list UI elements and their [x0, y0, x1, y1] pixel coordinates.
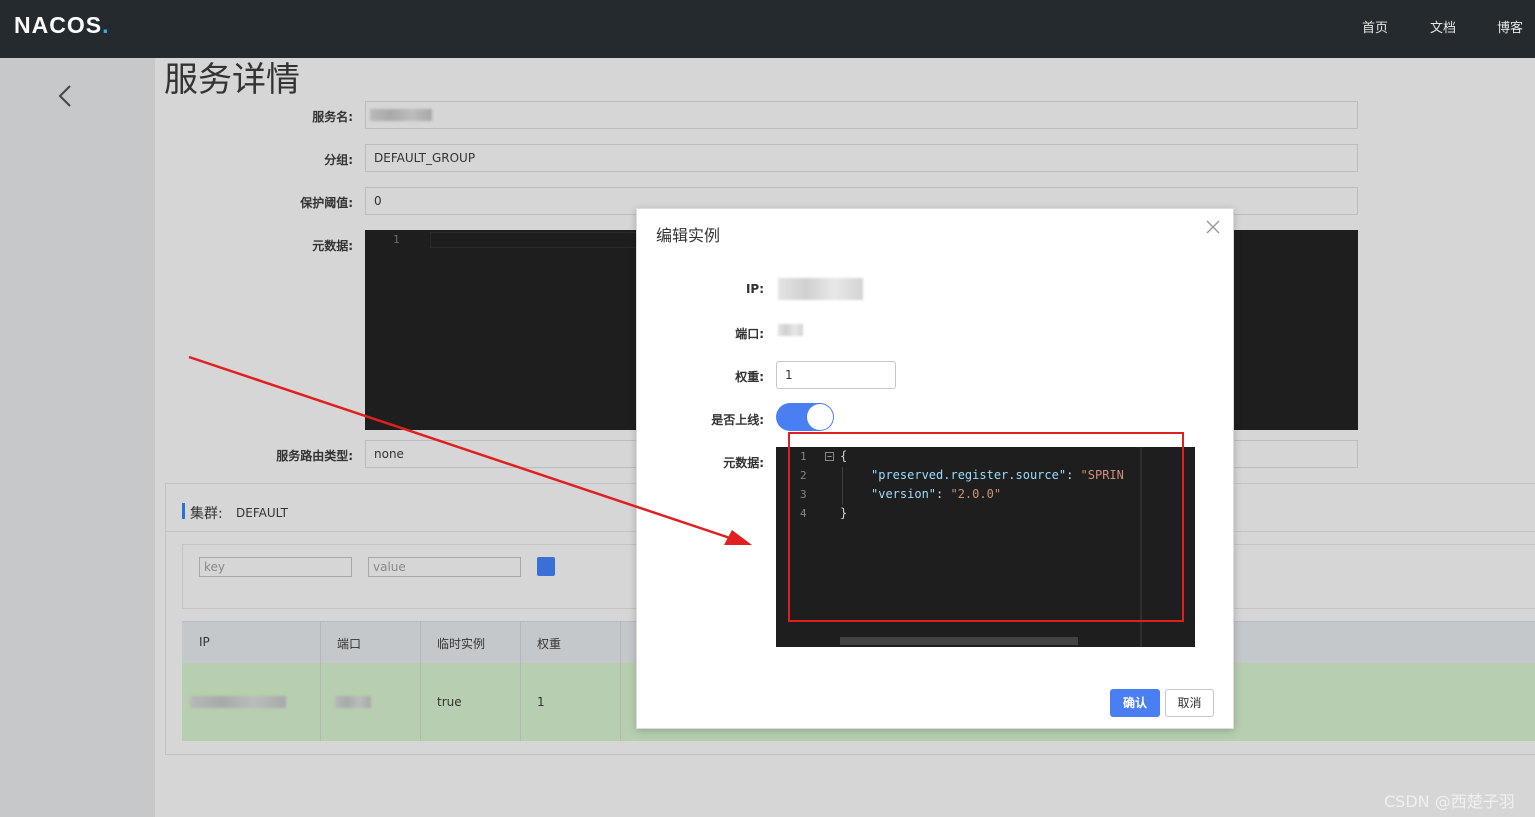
top-navbar: NACOS. 首页 文档 博客: [0, 0, 1535, 58]
service-metadata-label: 元数据:: [312, 239, 353, 253]
column-port: 端口: [337, 637, 362, 651]
ip-value-redacted: [778, 278, 863, 300]
cluster-name: DEFAULT: [236, 506, 288, 520]
column-divider: [520, 621, 521, 741]
back-arrow-icon[interactable]: [56, 84, 76, 108]
ip-label: IP:: [745, 282, 764, 296]
editor-cursor-line: [430, 232, 660, 248]
online-toggle[interactable]: [776, 403, 834, 431]
dialog-title: 编辑实例: [656, 226, 721, 245]
page-title: 服务详情: [164, 60, 300, 100]
service-name-label: 服务名:: [312, 110, 353, 124]
online-label: 是否上线:: [711, 413, 764, 427]
port-label: 端口:: [735, 327, 764, 341]
sidebar: [0, 58, 155, 817]
confirm-button[interactable]: 确认: [1110, 689, 1160, 717]
column-divider: [420, 621, 421, 741]
column-ephemeral: 临时实例: [437, 637, 486, 651]
annotation-highlight-box: [788, 432, 1184, 622]
nacos-logo[interactable]: NACOS.: [14, 12, 109, 39]
service-name-field: [365, 101, 1358, 129]
port-value-redacted: [778, 324, 803, 336]
filter-key-input[interactable]: key: [199, 557, 352, 577]
nav-home-link[interactable]: 首页: [1362, 17, 1388, 36]
service-metadata-line-number: 1: [393, 233, 400, 246]
group-label: 分组:: [324, 153, 353, 167]
horizontal-scrollbar[interactable]: [840, 637, 1078, 645]
nav-blog-link[interactable]: 博客: [1497, 17, 1523, 36]
instance-ip-redacted: [190, 696, 286, 708]
watermark: CSDN @西楚子羽: [1384, 792, 1515, 811]
column-divider: [320, 621, 321, 741]
threshold-label: 保护阈值:: [300, 196, 353, 210]
service-name-redacted: [370, 109, 432, 121]
cancel-button[interactable]: 取消: [1165, 689, 1214, 717]
instance-port-redacted: [335, 696, 371, 708]
filter-value-input[interactable]: value: [368, 557, 521, 577]
instance-weight: 1: [537, 695, 545, 709]
cluster-accent-bar: [182, 503, 185, 519]
column-ip: IP: [199, 635, 210, 649]
cluster-title: 集群:: [190, 506, 223, 522]
weight-label: 权重:: [735, 370, 764, 384]
selector-type-label: 服务路由类型:: [276, 449, 353, 463]
dialog-metadata-label: 元数据:: [723, 456, 764, 470]
filter-add-button[interactable]: [537, 557, 555, 576]
column-weight: 权重: [537, 637, 562, 651]
nav-docs-link[interactable]: 文档: [1430, 17, 1456, 36]
weight-input[interactable]: 1: [776, 361, 896, 389]
instance-ephemeral: true: [437, 695, 462, 709]
close-icon[interactable]: [1206, 220, 1220, 234]
group-field: DEFAULT_GROUP: [365, 144, 1358, 172]
column-divider: [620, 621, 621, 741]
toggle-knob: [807, 404, 833, 430]
